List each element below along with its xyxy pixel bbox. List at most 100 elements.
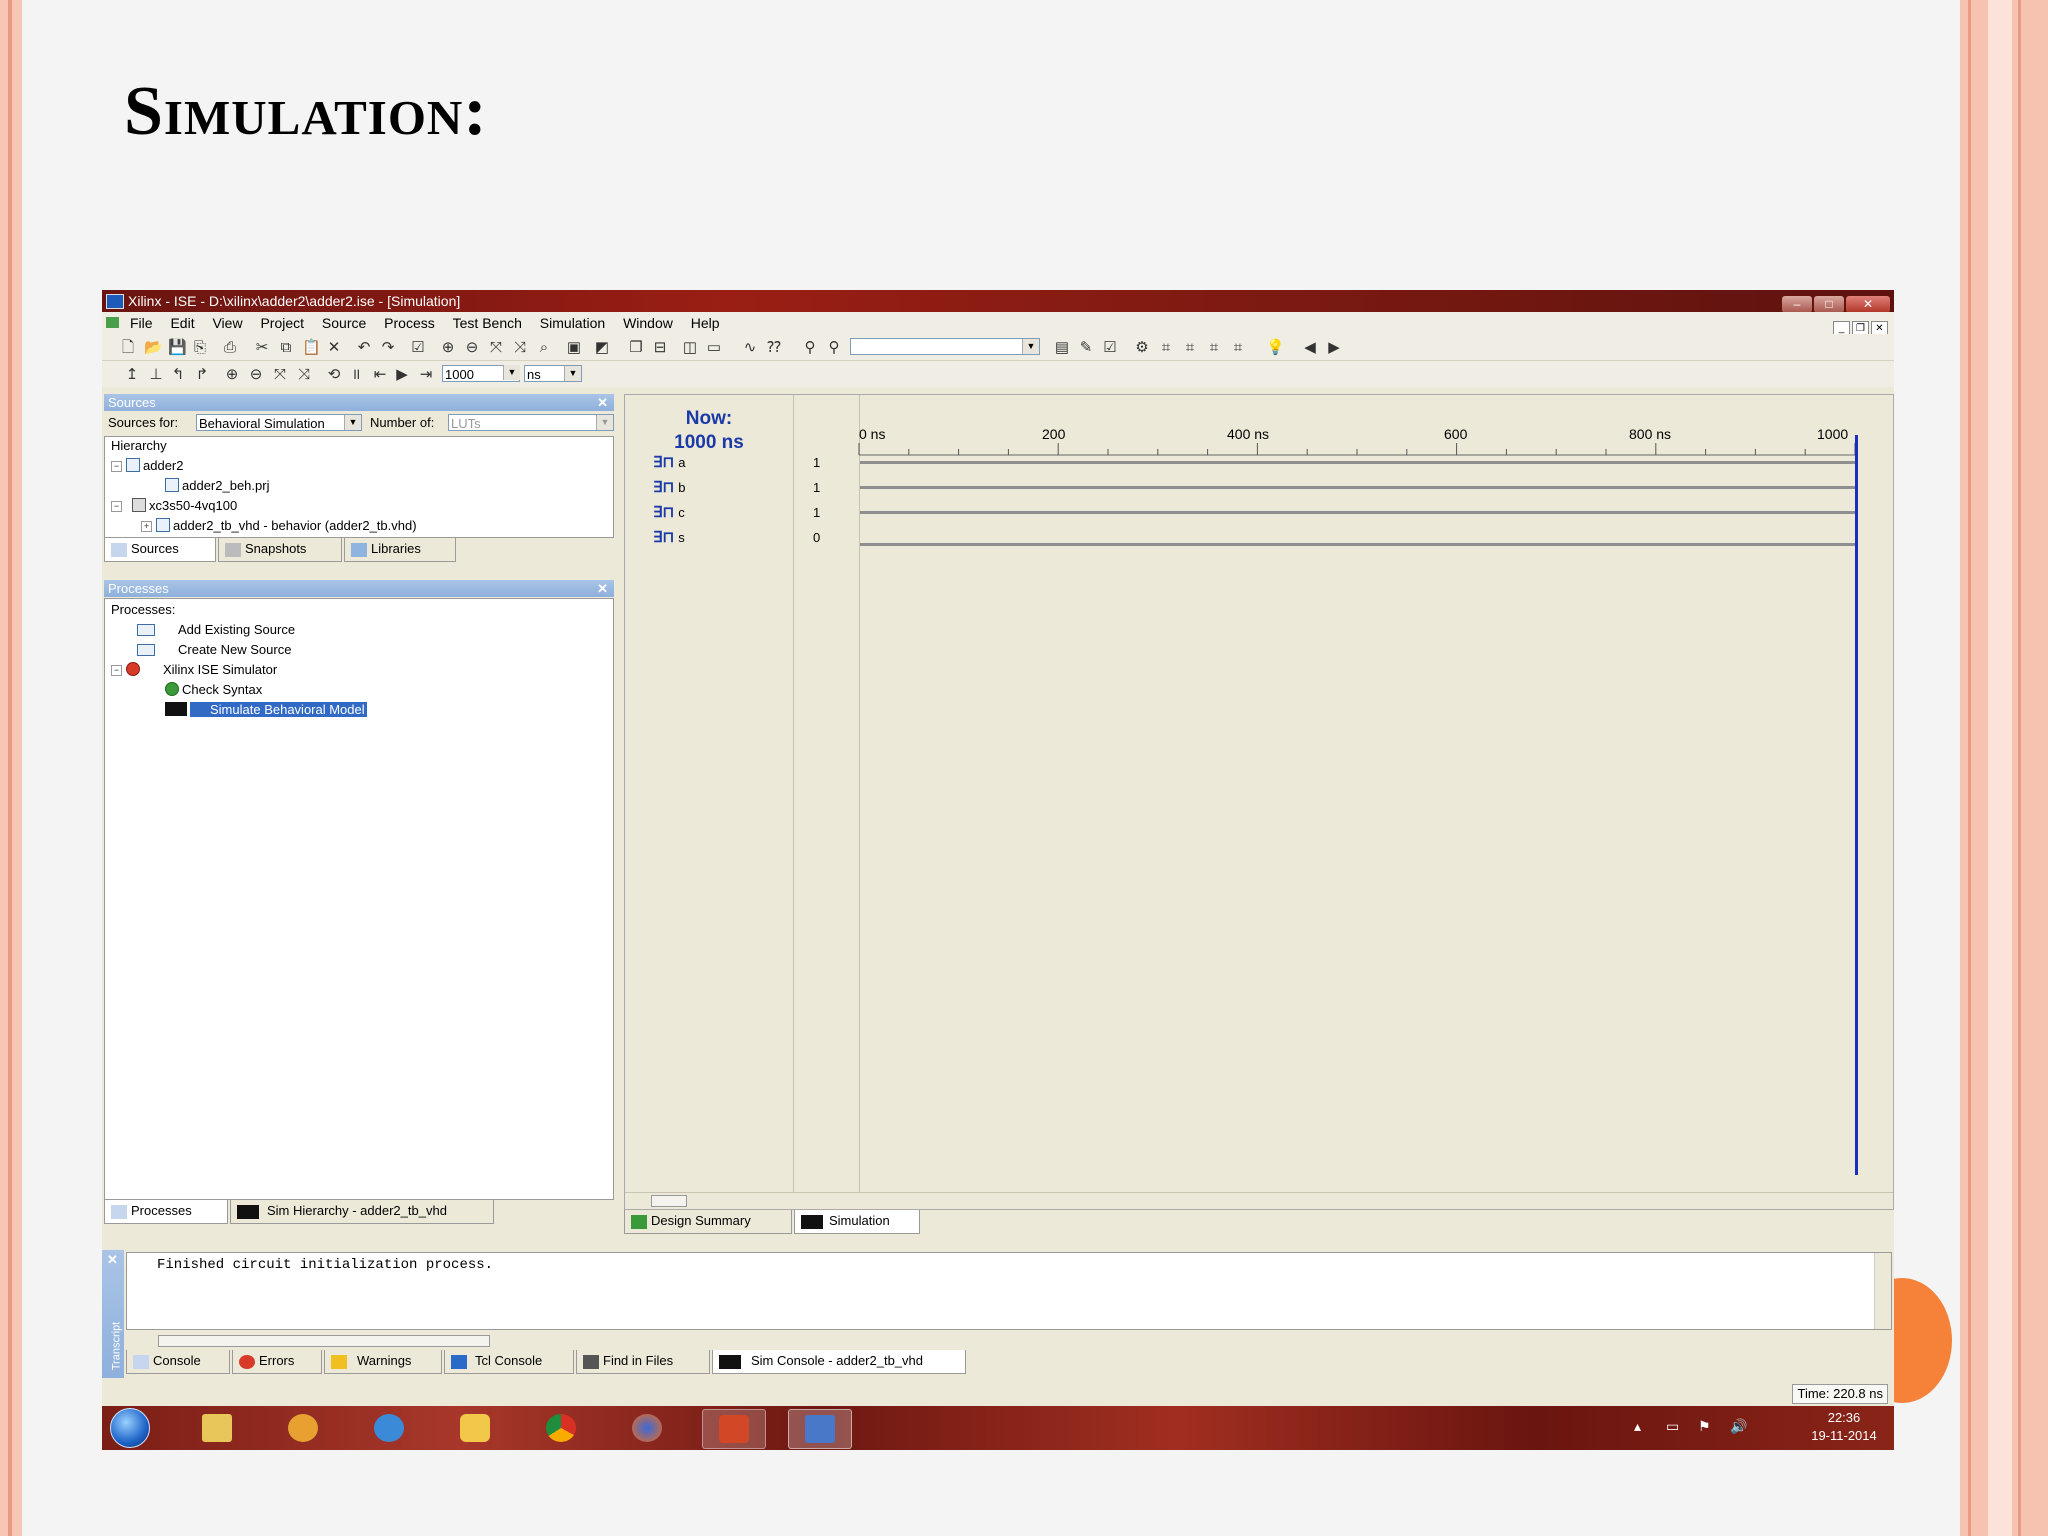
- zoom-full-icon[interactable]: ⤨: [512, 340, 528, 356]
- close-button[interactable]: ✕: [1846, 296, 1890, 313]
- taskbar-clock[interactable]: 22:36 19-11-2014: [1802, 1409, 1886, 1445]
- process-create-new-source[interactable]: Create New Source: [137, 641, 291, 658]
- volume-icon[interactable]: 🔊: [1730, 1418, 1747, 1435]
- time-unit-select[interactable]: ns ▼: [524, 365, 582, 382]
- search-combo[interactable]: ▼: [850, 338, 1040, 355]
- menu-edit[interactable]: Edit: [170, 312, 194, 334]
- tab-warnings[interactable]: Warnings: [324, 1350, 442, 1374]
- process-check-syntax[interactable]: Check Syntax: [165, 681, 262, 698]
- window-icon[interactable]: ▭: [706, 340, 722, 356]
- delete-icon[interactable]: ✕: [326, 340, 342, 356]
- chip2-icon[interactable]: ⌗: [1182, 340, 1198, 356]
- zoom-out-wave-icon[interactable]: ⊖: [248, 367, 264, 383]
- taskbar-ise[interactable]: [788, 1409, 852, 1449]
- menu-test-bench[interactable]: Test Bench: [453, 312, 522, 334]
- signal-row-b[interactable]: ∃⊓ b: [653, 478, 685, 498]
- tree-item-adder2[interactable]: − adder2: [111, 457, 183, 474]
- menu-process[interactable]: Process: [384, 312, 435, 334]
- chevron-down-icon[interactable]: ▼: [1022, 339, 1039, 354]
- back-icon[interactable]: ◀: [1302, 340, 1318, 356]
- menu-source[interactable]: Source: [322, 312, 366, 334]
- tab-processes[interactable]: Processes: [104, 1200, 228, 1224]
- show-hidden-icon[interactable]: ▴: [1634, 1418, 1641, 1435]
- edit-properties-icon[interactable]: ✎: [1078, 340, 1094, 356]
- tab-design-summary[interactable]: Design Summary: [624, 1210, 792, 1234]
- prev-marker-icon[interactable]: ↰: [170, 367, 186, 383]
- toggle-view-icon[interactable]: ◩: [594, 340, 610, 356]
- step-back-icon[interactable]: ⇤: [372, 367, 388, 383]
- menu-window[interactable]: Window: [623, 312, 673, 334]
- close-icon[interactable]: ✕: [597, 394, 608, 411]
- cut-icon[interactable]: ✂: [254, 340, 270, 356]
- chip-icon[interactable]: ⌗: [1158, 340, 1174, 356]
- process-simulate-behavioral-model[interactable]: Simulate Behavioral Model: [165, 701, 367, 718]
- tab-tcl-console[interactable]: Tcl Console: [444, 1350, 574, 1374]
- undo-icon[interactable]: ↶: [356, 340, 372, 356]
- cascade-icon[interactable]: ❐: [628, 340, 644, 356]
- network-icon[interactable]: ▭: [1666, 1418, 1679, 1435]
- signal-row-c[interactable]: ∃⊓ c: [653, 503, 685, 523]
- chip4-icon[interactable]: ⌗: [1230, 340, 1246, 356]
- zoom-fit-wave-icon[interactable]: ⤧: [272, 367, 288, 383]
- check-icon[interactable]: ☑: [410, 340, 426, 356]
- menu-project[interactable]: Project: [260, 312, 304, 334]
- zoom-out-icon[interactable]: ⊖: [464, 340, 480, 356]
- chevron-down-icon[interactable]: ▼: [564, 366, 581, 381]
- expand-icon[interactable]: +: [141, 521, 152, 532]
- find-in-files-icon[interactable]: ⚲: [826, 340, 842, 356]
- zoom-fit-icon[interactable]: ⤧: [488, 340, 504, 356]
- tree-item-testbench[interactable]: + adder2_tb_vhd - behavior (adder2_tb.vhd…: [141, 517, 417, 534]
- number-of-select[interactable]: LUTs ▼: [448, 414, 614, 431]
- taskbar-firefox[interactable]: [616, 1409, 678, 1447]
- vertical-scrollbar[interactable]: [1874, 1253, 1891, 1329]
- flag-icon[interactable]: ⚑: [1698, 1418, 1711, 1435]
- copy-icon[interactable]: ⧉: [278, 340, 294, 356]
- tree-item-device[interactable]: − xc3s50-4vq100: [111, 497, 237, 514]
- zoom-in-wave-icon[interactable]: ⊕: [224, 367, 240, 383]
- menu-simulation[interactable]: Simulation: [540, 312, 605, 334]
- chip3-icon[interactable]: ⌗: [1206, 340, 1222, 356]
- maximize-button[interactable]: □: [1814, 296, 1844, 313]
- next-marker-icon[interactable]: ↱: [194, 367, 210, 383]
- tab-find-in-files[interactable]: Find in Files: [576, 1350, 710, 1374]
- marker-icon[interactable]: ↥: [124, 367, 140, 383]
- minimize-button[interactable]: –: [1782, 296, 1812, 313]
- print-icon[interactable]: ⎙: [222, 340, 238, 356]
- sources-for-select[interactable]: Behavioral Simulation ▼: [196, 414, 362, 431]
- start-button[interactable]: [110, 1408, 150, 1448]
- design-view-icon[interactable]: ▣: [566, 340, 582, 356]
- save-all-icon[interactable]: ⎘: [192, 340, 208, 356]
- tab-simulation[interactable]: Simulation: [794, 1210, 920, 1234]
- menu-view[interactable]: View: [212, 312, 242, 334]
- chevron-down-icon[interactable]: ▼: [503, 365, 520, 380]
- binoculars-icon[interactable]: ⚲: [802, 340, 818, 356]
- chevron-down-icon[interactable]: ▼: [344, 415, 361, 430]
- wave-icon[interactable]: ∿: [742, 340, 758, 356]
- forward-icon[interactable]: ▶: [1326, 340, 1342, 356]
- signal-row-a[interactable]: ∃⊓ a: [653, 453, 685, 473]
- tree-item-prj[interactable]: adder2_beh.prj: [165, 477, 269, 494]
- tab-console[interactable]: Console: [126, 1350, 230, 1374]
- new-file-icon[interactable]: 🗋: [120, 340, 136, 356]
- taskbar-chrome[interactable]: [530, 1409, 592, 1447]
- taskbar-app-3[interactable]: [358, 1409, 420, 1447]
- taskbar-app-2[interactable]: [272, 1409, 334, 1447]
- close-icon[interactable]: ✕: [107, 1252, 118, 1268]
- menu-file[interactable]: File: [130, 312, 153, 334]
- console-output[interactable]: Finished circuit initialization process.: [126, 1252, 1892, 1330]
- collapse-icon[interactable]: −: [111, 461, 122, 472]
- run-icon[interactable]: ▶: [394, 367, 410, 383]
- implement-icon[interactable]: ⚙: [1134, 340, 1150, 356]
- help-arrow-icon[interactable]: ⁇: [766, 340, 782, 356]
- restart-icon[interactable]: ⟲: [326, 367, 342, 383]
- time-cursor[interactable]: [1855, 435, 1858, 1175]
- taskbar-powerpoint[interactable]: [702, 1409, 766, 1449]
- zoom-in-icon[interactable]: ⊕: [440, 340, 456, 356]
- open-folder-icon[interactable]: 📂: [144, 340, 163, 356]
- find-icon[interactable]: ⌕: [536, 340, 552, 356]
- horizontal-scrollbar[interactable]: [625, 1192, 1893, 1209]
- console-hscroll[interactable]: [126, 1334, 1892, 1348]
- tile-horizontal-icon[interactable]: ⊟: [652, 340, 668, 356]
- tab-libraries[interactable]: Libraries: [344, 538, 456, 562]
- tab-sim-console[interactable]: Sim Console - adder2_tb_vhd: [712, 1350, 966, 1374]
